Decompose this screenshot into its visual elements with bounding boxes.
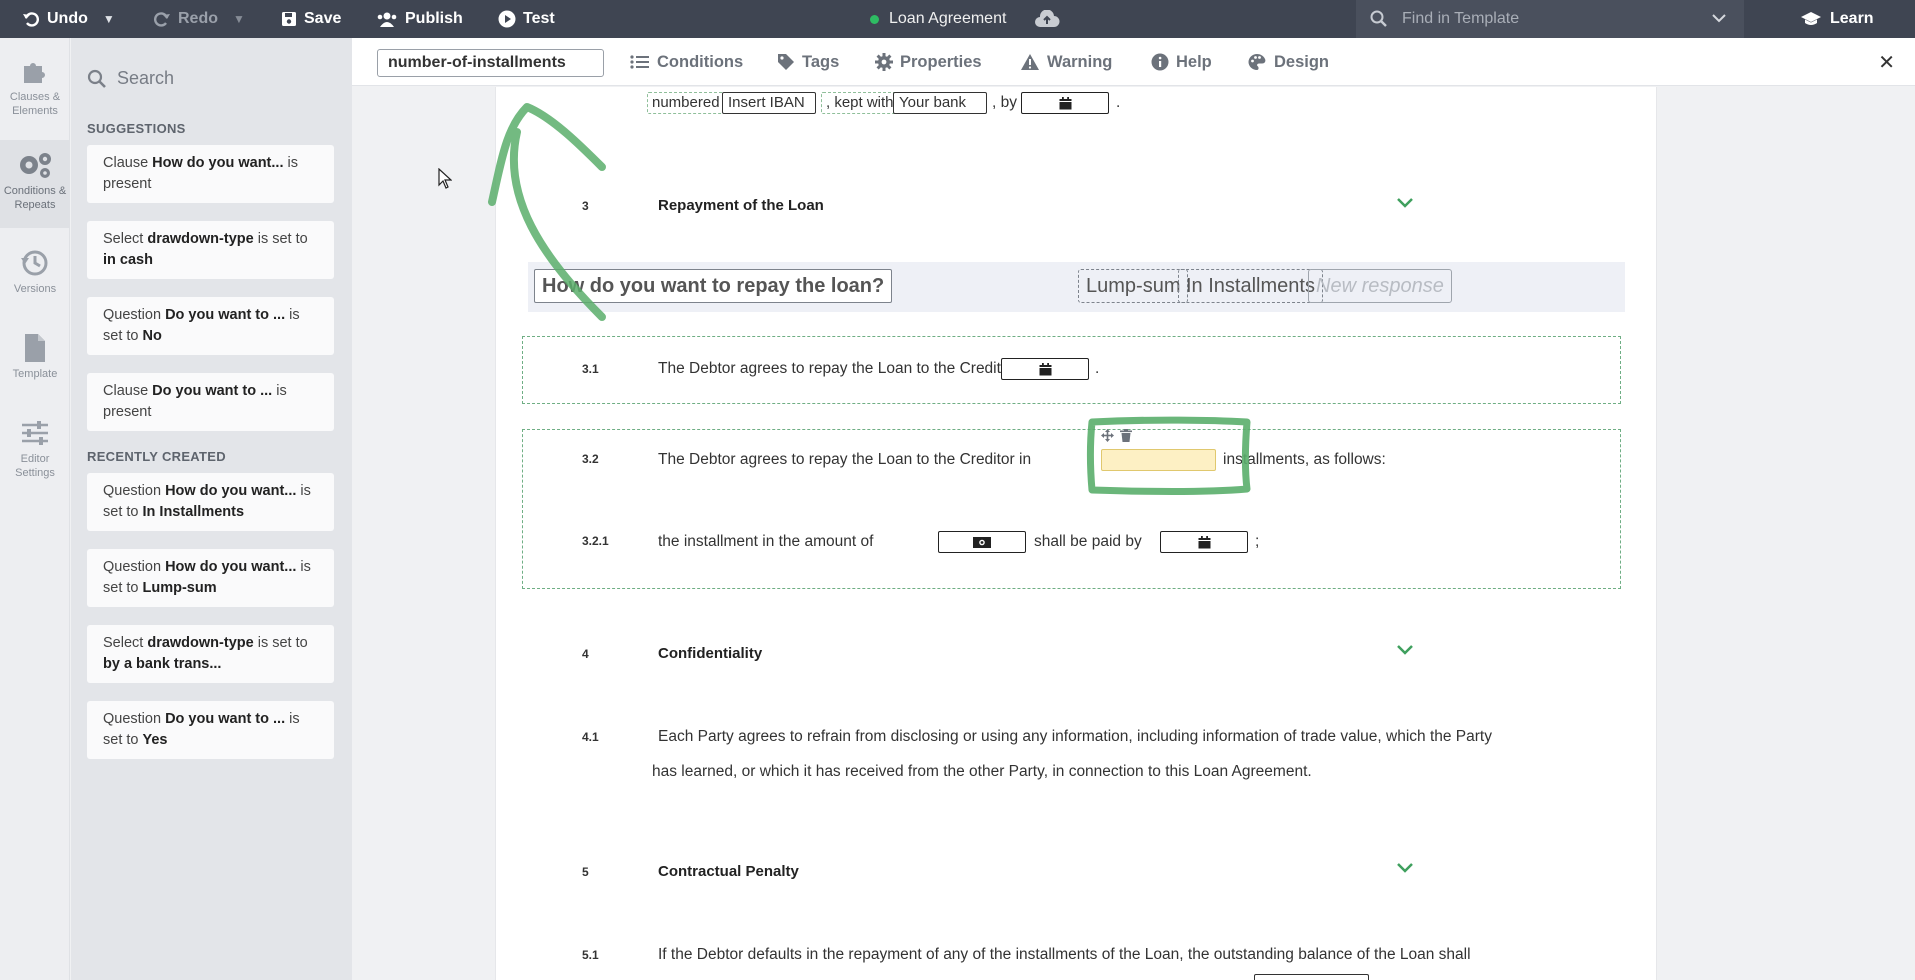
list-icon — [630, 55, 649, 69]
gears-icon — [20, 153, 51, 178]
panel-search[interactable] — [87, 68, 317, 89]
rail-label: Template — [12, 368, 58, 380]
publish-label: Publish — [405, 10, 463, 27]
rail-editor-settings[interactable]: Editor Settings — [0, 418, 70, 498]
left-icon-rail: Clauses & Elements Conditions & Repeats … — [0, 38, 70, 980]
test-label: Test — [523, 10, 555, 27]
rail-label: Clauses & Elements — [9, 91, 61, 117]
recent-card[interactable]: Question How do you want... is set to In… — [87, 473, 334, 531]
annotation-overlay — [488, 103, 1251, 495]
search-icon — [87, 69, 106, 88]
workspace: numbered Insert IBAN , kept with Your ba… — [352, 87, 1915, 980]
rail-conditions-repeats[interactable]: Conditions & Repeats — [0, 140, 70, 228]
sliders-icon — [22, 421, 48, 445]
tags-button[interactable]: Tags — [777, 38, 839, 86]
gear-icon — [875, 53, 893, 71]
rail-label: Editor Settings — [15, 453, 55, 479]
save-button[interactable]: Save — [281, 0, 341, 38]
suggestion-card[interactable]: Clause How do you want... is present — [87, 145, 334, 203]
recently-created-heading: RECENTLY CREATED — [87, 449, 226, 464]
redo-chevron-down-icon[interactable]: ▼ — [233, 12, 245, 26]
element-toolbar: Conditions Tags Properties Warning Help … — [352, 38, 1915, 86]
redo-icon — [154, 12, 170, 27]
variable-name-input[interactable] — [377, 49, 604, 77]
properties-button[interactable]: Properties — [875, 38, 982, 86]
cloud-upload-icon[interactable] — [1034, 10, 1060, 28]
learn-label: Learn — [1830, 10, 1874, 27]
rail-label: Versions — [13, 283, 57, 295]
find-in-template[interactable] — [1356, 0, 1744, 38]
recent-card[interactable]: Select drawdown-type is set to by a bank… — [87, 625, 334, 683]
puzzle-icon — [24, 63, 45, 83]
saved-status-dot — [870, 14, 879, 24]
rail-template[interactable]: Template — [0, 333, 70, 403]
warning-button[interactable]: Warning — [1020, 38, 1112, 86]
design-button[interactable]: Design — [1247, 38, 1329, 86]
redo-label: Redo — [178, 10, 218, 27]
recent-card[interactable]: Question Do you want to ... is set to Ye… — [87, 701, 334, 759]
tag-icon — [778, 54, 794, 70]
warning-icon — [1021, 54, 1039, 70]
learn-button[interactable]: Learn — [1800, 0, 1874, 38]
find-input[interactable] — [1402, 10, 1702, 28]
redo-button[interactable]: Redo ▼ — [153, 0, 245, 38]
palette-icon — [1248, 54, 1266, 70]
undo-icon — [23, 12, 39, 27]
top-bar: Undo ▼ Redo ▼ Save Publish Test Loan Agr… — [0, 0, 1915, 38]
history-icon — [21, 250, 48, 276]
suggestion-card[interactable]: Question Do you want to ... is set to No — [87, 297, 334, 355]
rail-label: Conditions & Repeats — [3, 185, 67, 211]
recent-card[interactable]: Question How do you want... is set to Lu… — [87, 549, 334, 607]
file-icon — [25, 334, 45, 362]
suggestion-card[interactable]: Clause Do you want to ... is present — [87, 373, 334, 431]
conditions-panel: SUGGESTIONS Clause How do you want... is… — [71, 38, 352, 980]
close-toolbar-icon[interactable]: ✕ — [1878, 50, 1895, 75]
publish-button[interactable]: Publish — [376, 0, 463, 38]
rail-clauses-elements[interactable]: Clauses & Elements — [0, 52, 70, 132]
conditions-button[interactable]: Conditions — [630, 38, 743, 86]
document-title-text: Loan Agreement — [889, 10, 1007, 27]
rail-versions[interactable]: Versions — [0, 248, 70, 318]
search-icon — [1370, 10, 1387, 27]
suggestion-card[interactable]: Select drawdown-type is set to in cash — [87, 221, 334, 279]
play-icon — [498, 10, 516, 28]
graduation-cap-icon — [1801, 12, 1821, 25]
panel-search-input[interactable] — [117, 68, 317, 89]
undo-label: Undo — [47, 10, 88, 27]
undo-chevron-down-icon[interactable]: ▼ — [103, 12, 115, 26]
info-icon — [1151, 53, 1169, 71]
test-button[interactable]: Test — [498, 0, 555, 38]
users-icon — [377, 12, 397, 27]
help-button[interactable]: Help — [1151, 38, 1212, 86]
suggestions-heading: SUGGESTIONS — [87, 121, 186, 136]
document-title: Loan Agreement — [870, 0, 1060, 38]
save-icon — [282, 12, 296, 26]
undo-button[interactable]: Undo ▼ — [22, 0, 115, 38]
save-label: Save — [304, 10, 342, 27]
chevron-down-icon[interactable] — [1712, 11, 1726, 26]
